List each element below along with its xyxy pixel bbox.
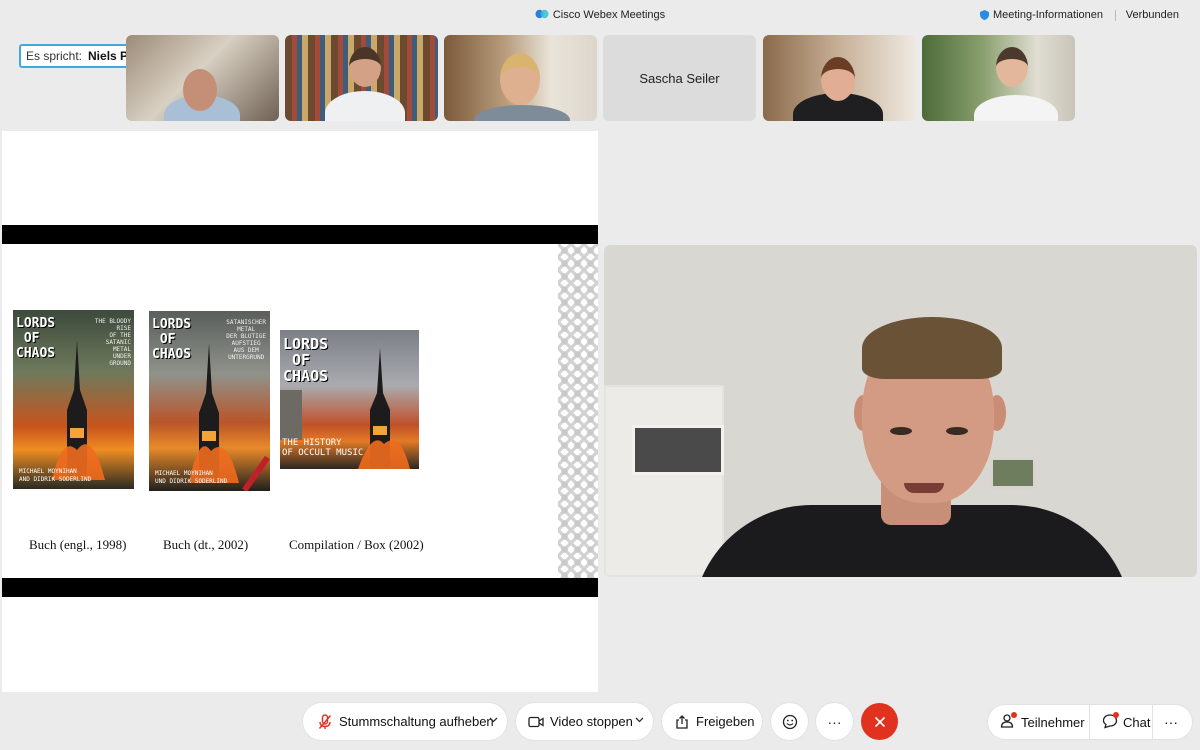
overflow-menu-label: ···	[1164, 714, 1178, 730]
panel-controls: Teilnehmer Chat ···	[988, 705, 1192, 739]
cover-photo-strip	[280, 390, 302, 440]
cover-title: LORDS OF CHAOS	[283, 335, 329, 385]
more-options-button[interactable]: ···	[816, 703, 853, 740]
church-fire-illustration	[189, 343, 239, 483]
unmute-label: Stummschaltung aufheben	[339, 714, 494, 729]
share-button[interactable]: Freigeben	[662, 703, 762, 740]
meeting-info-button[interactable]: Meeting-Informationen	[979, 9, 1103, 21]
overflow-menu-button[interactable]: ···	[1164, 705, 1178, 739]
participant-tile-no-video[interactable]: Sascha Seiler	[603, 35, 756, 121]
panel-divider	[1152, 705, 1153, 739]
share-label: Freigeben	[696, 714, 755, 729]
participants-button[interactable]: Teilnehmer	[1000, 705, 1085, 739]
participant-head	[996, 47, 1028, 87]
slide-letterbox-bottom	[2, 578, 598, 597]
more-options-label: ···	[827, 713, 842, 730]
participant-video-thumbnail[interactable]	[763, 35, 916, 121]
participant-head	[183, 69, 217, 111]
meeting-info-label: Meeting-Informationen	[992, 9, 1103, 21]
cover-authors: MICHAEL MOYNIHAN AND DIDRIK SODERLIND	[19, 468, 92, 483]
stop-video-button[interactable]: Video stoppen	[516, 703, 653, 740]
share-upload-icon	[674, 714, 690, 730]
participant-head	[349, 47, 381, 87]
cover-title: LORDS OF CHAOS	[152, 317, 192, 362]
title-bar: Cisco Webex Meetings Meeting-Information…	[0, 0, 1200, 32]
slide-letterbox-top	[2, 225, 598, 244]
participant-head	[821, 57, 855, 101]
webex-logo-icon	[535, 9, 549, 19]
slide-decorative-pattern	[558, 244, 598, 578]
participants-icon	[1000, 711, 1017, 732]
participant-video-thumbnail[interactable]	[126, 35, 279, 121]
titlebar-divider	[1115, 10, 1116, 21]
shared-content-slide: LORDS OF CHAOS THE BLOODY RISE OF THE SA…	[2, 131, 598, 692]
background-picture-frame	[990, 457, 1036, 489]
connection-status: Verbunden	[1125, 9, 1179, 21]
participant-video-thumbnail[interactable]	[922, 35, 1075, 121]
participant-figure	[474, 105, 570, 121]
compilation-box-cover: LORDS OF CHAOS THE HISTORY OF OCCULT MUS…	[280, 330, 419, 469]
panel-divider	[1089, 705, 1090, 739]
chat-bubble-icon	[1102, 711, 1119, 732]
notification-dot	[1011, 711, 1017, 718]
cover-subtitle: SATANISCHER METAL DER BLUTIGE AUFSTIEG A…	[226, 319, 266, 361]
close-icon	[874, 716, 885, 727]
participant-figure	[974, 95, 1058, 121]
speaker-eye	[890, 427, 912, 435]
background-door	[604, 385, 724, 577]
slide-caption: Compilation / Box (2002)	[289, 537, 424, 552]
participants-label: Teilnehmer	[1021, 714, 1085, 730]
shield-icon	[979, 10, 989, 20]
chat-button[interactable]: Chat	[1102, 705, 1150, 739]
active-speaker-video[interactable]	[604, 245, 1197, 577]
speaker-eye	[946, 427, 968, 435]
chevron-down-icon[interactable]	[488, 715, 498, 725]
participant-video-thumbnail[interactable]	[285, 35, 438, 121]
speaker-mouth	[904, 483, 944, 493]
video-camera-icon	[528, 714, 544, 730]
cover-title: LORDS OF CHAOS	[16, 316, 56, 361]
cover-subtitle: THE BLOODY RISE OF THE SATANIC METAL UND…	[94, 318, 131, 367]
slide-caption: Buch (engl., 1998)	[29, 537, 127, 552]
slide-caption: Buch (dt., 2002)	[163, 537, 249, 552]
leave-meeting-button[interactable]	[861, 703, 898, 740]
participant-name: Sascha Seiler	[639, 70, 720, 86]
chat-label: Chat	[1123, 714, 1151, 730]
unmute-button[interactable]: Stummschaltung aufheben	[303, 703, 507, 740]
app-title-text: Cisco Webex Meetings	[552, 9, 666, 21]
active-speaker-caption: Es spricht:	[26, 49, 83, 63]
cover-subtitle: THE HISTORY OF OCCULT MUSIC	[282, 438, 364, 458]
participant-figure	[325, 91, 405, 121]
reactions-button[interactable]	[771, 703, 808, 740]
speaker-hair	[862, 317, 1002, 379]
book-cover-english: LORDS OF CHAOS THE BLOODY RISE OF THE SA…	[13, 310, 134, 489]
chevron-down-icon[interactable]	[634, 715, 644, 725]
participant-video-thumbnail[interactable]	[444, 35, 597, 121]
notification-dot	[1113, 711, 1119, 718]
smiley-icon	[782, 714, 797, 729]
book-cover-german: LORDS OF CHAOS SATANISCHER METAL DER BLU…	[149, 311, 270, 491]
stop-video-label: Video stoppen	[550, 714, 633, 729]
participant-head	[500, 53, 540, 105]
microphone-muted-icon	[317, 713, 333, 730]
background-window	[632, 425, 724, 475]
cover-authors: MICHAEL MOYNIHAN UND DIDRIK SODERLIND	[155, 470, 228, 485]
